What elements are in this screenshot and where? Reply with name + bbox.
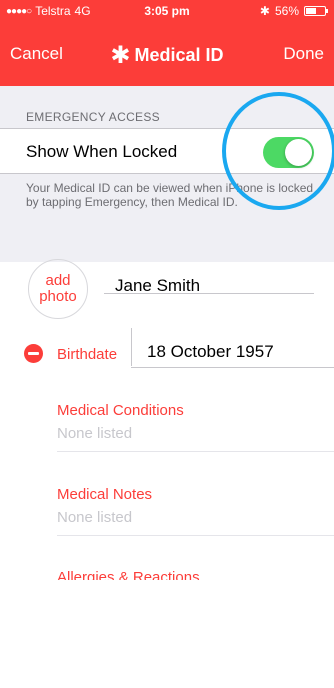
highlight-ring (222, 92, 334, 210)
battery-percent: 56% (274, 4, 299, 18)
name-underline (104, 293, 314, 294)
birthdate-label: Birthdate (57, 346, 118, 363)
allergies-label-partial: Allergies & Reactions (57, 571, 237, 580)
add-photo-button[interactable]: add photo (28, 259, 88, 319)
bluetooth-icon: ✱ (259, 4, 270, 18)
asterisk-icon: ✱ (110, 42, 131, 69)
status-right: ✱ 56% (259, 4, 328, 18)
navigation-bar: ●●●●○ Telstra 4G 3:05 pm ✱ 56% Cancel ✱ M… (0, 0, 334, 86)
medical-notes-label: Medical Notes (57, 486, 153, 503)
page-title-text: Medical ID (134, 45, 224, 65)
birthdate-underline (131, 367, 334, 368)
allergies-label: Allergies & Reactions (57, 571, 200, 580)
show-when-locked-label: Show When Locked (26, 142, 178, 161)
status-bar: ●●●●○ Telstra 4G 3:05 pm ✱ 56% (0, 2, 334, 20)
battery-fill (306, 8, 317, 14)
done-button[interactable]: Done (283, 44, 324, 64)
medical-conditions-underline (57, 451, 334, 452)
medical-conditions-label: Medical Conditions (57, 402, 184, 419)
battery-icon (304, 6, 328, 16)
medical-conditions-field[interactable]: None listed (57, 425, 132, 442)
medical-notes-field[interactable]: None listed (57, 509, 132, 526)
birthdate-field[interactable]: 18 October 1957 (147, 342, 274, 362)
remove-birthdate-icon[interactable] (24, 344, 43, 363)
medical-notes-underline (57, 535, 334, 536)
emergency-access-header: EMERGENCY ACCESS (26, 110, 160, 124)
birthdate-divider (131, 328, 132, 366)
